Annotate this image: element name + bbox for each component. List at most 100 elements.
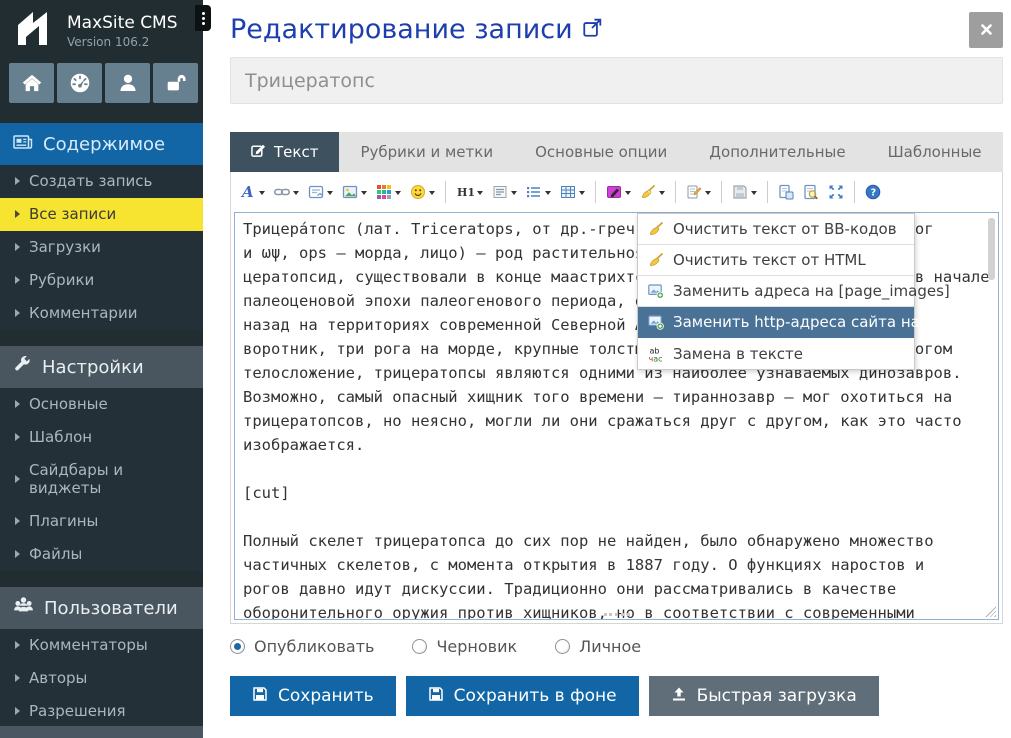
editor-toolbar: A H1: [231, 172, 1002, 212]
image-icon[interactable]: [338, 181, 371, 203]
tab-additional[interactable]: Дополнительные: [688, 132, 866, 172]
upload-icon: [671, 686, 687, 707]
unlock-icon[interactable]: [153, 63, 198, 103]
dashboard-icon[interactable]: [57, 63, 102, 103]
toolbar-separator: [445, 181, 446, 203]
snippets-icon[interactable]: [682, 181, 715, 203]
textarea-resize-dots[interactable]: [604, 613, 630, 616]
heading-icon[interactable]: H1: [452, 181, 487, 203]
arrow-right-icon: [15, 309, 20, 317]
cleanup-icon[interactable]: [636, 181, 669, 203]
sidebar-item-create-post[interactable]: Создать запись: [0, 165, 203, 198]
tab-text[interactable]: Текст: [230, 132, 339, 172]
svg-text:H1: H1: [457, 186, 474, 199]
sidebar-section-content[interactable]: Содержимое: [0, 123, 203, 165]
arrow-right-icon: [15, 243, 20, 251]
arrow-right-icon: [15, 674, 20, 682]
editor-panel: A H1: [230, 172, 1003, 624]
sidebar-item-template[interactable]: Шаблон: [0, 421, 203, 454]
colors-icon[interactable]: [372, 181, 405, 203]
arrow-right-icon: [15, 641, 20, 649]
toolbar-separator: [721, 181, 722, 203]
smiley-icon[interactable]: [406, 181, 439, 203]
edit-pencil-icon: [251, 143, 266, 162]
sidebar-item-files[interactable]: Файлы: [0, 538, 203, 571]
quick-upload-button[interactable]: Быстрая загрузка: [649, 676, 879, 716]
user-icon[interactable]: [105, 63, 150, 103]
arrow-right-icon: [15, 400, 20, 408]
tab-template[interactable]: Шаблонные: [867, 132, 1003, 172]
sidebar-item-plugins[interactable]: Плагины: [0, 505, 203, 538]
preview-icon[interactable]: [799, 181, 823, 203]
menu-item-replace-in-text[interactable]: abчас Замена в тексте: [638, 338, 914, 369]
radio-dot: [412, 639, 427, 654]
copy-icon[interactable]: [774, 181, 798, 203]
toolbar-separator: [675, 181, 676, 203]
sidebar-section-users[interactable]: Пользователи: [0, 587, 203, 629]
sidebar-item-uploads[interactable]: Загрузки: [0, 231, 203, 264]
save-background-button[interactable]: Сохранить в фоне: [406, 676, 639, 716]
bbcode-icon[interactable]: [304, 181, 337, 203]
align-icon[interactable]: [488, 181, 521, 203]
font-style-icon[interactable]: A: [236, 181, 269, 203]
arrow-right-icon: [15, 433, 20, 441]
tab-main-options[interactable]: Основные опции: [514, 132, 688, 172]
close-button[interactable]: [969, 12, 1003, 48]
menu-item-replace-http-https[interactable]: Заменить http-адреса сайта на https: [638, 307, 914, 338]
arrow-right-icon: [15, 210, 20, 218]
brand: MaxSite CMS Version 106.2: [0, 0, 203, 55]
radio-private[interactable]: Личное: [555, 637, 641, 656]
section-title: Содержимое: [43, 134, 165, 155]
arrow-right-icon: [15, 475, 20, 483]
list-icon[interactable]: [522, 181, 555, 203]
broom-icon: [648, 221, 664, 237]
arrow-right-icon: [15, 707, 20, 715]
post-title-input[interactable]: [230, 57, 1003, 104]
quick-icon-bar: [0, 55, 203, 103]
fullscreen-icon[interactable]: [824, 181, 848, 203]
page-header: Редактирование записи: [230, 14, 1003, 45]
svg-text:?: ?: [871, 188, 877, 199]
textarea-scrollbar[interactable]: [988, 218, 995, 280]
publish-status-row: Опубликовать Черновик Личное: [230, 637, 1003, 656]
page-title: Редактирование записи: [230, 14, 573, 45]
radio-dot: [230, 639, 245, 654]
sidebar-item-general[interactable]: Основные: [0, 388, 203, 421]
tab-categories-tags[interactable]: Рубрики и метки: [339, 132, 514, 172]
toolbar-separator: [767, 181, 768, 203]
menu-item-clean-bbcodes[interactable]: Очистить текст от BB-кодов: [638, 214, 914, 245]
sidebar-section-settings[interactable]: Настройки: [0, 346, 203, 388]
link-icon[interactable]: [270, 181, 303, 203]
sidebar-item-categories[interactable]: Рубрики: [0, 264, 203, 297]
brand-version: Version 106.2: [67, 35, 178, 49]
sidebar-item-all-posts[interactable]: Все записи: [0, 198, 203, 231]
home-icon[interactable]: [9, 63, 54, 103]
sidebar: MaxSite CMS Version 106.2 Содержимое: [0, 0, 203, 738]
replace-text-icon: abчас: [648, 346, 664, 362]
menu-item-replace-page-images[interactable]: Заменить адреса на [page_images]: [638, 276, 914, 307]
content-items: Создать запись Все записи Загрузки Рубри…: [0, 165, 203, 330]
external-link-icon[interactable]: [583, 18, 602, 41]
radio-publish[interactable]: Опубликовать: [230, 637, 374, 656]
menu-item-clean-html[interactable]: Очистить текст от HTML: [638, 245, 914, 276]
sidebar-item-sidebars-widgets[interactable]: Сайдбары и виджеты: [0, 454, 203, 505]
save-icon: [428, 686, 444, 707]
table-icon[interactable]: [556, 181, 589, 203]
marker-icon[interactable]: [602, 181, 635, 203]
toolbar-separator: [595, 181, 596, 203]
sidebar-collapse-toggle[interactable]: [195, 5, 211, 31]
sidebar-item-authors[interactable]: Авторы: [0, 662, 203, 695]
close-icon: [981, 23, 992, 38]
settings-items: Основные Шаблон Сайдбары и виджеты Плаги…: [0, 388, 203, 571]
help-icon[interactable]: ?: [861, 181, 885, 203]
sidebar-item-comments[interactable]: Комментарии: [0, 297, 203, 330]
save-draft-icon[interactable]: [728, 181, 761, 203]
sidebar-item-permissions[interactable]: Разрешения: [0, 695, 203, 728]
save-button[interactable]: Сохранить: [230, 676, 396, 716]
sidebar-next-section-edge: [0, 726, 203, 738]
page: MaxSite CMS Version 106.2 Содержимое: [0, 0, 1011, 738]
radio-draft[interactable]: Черновик: [412, 637, 517, 656]
action-buttons: Сохранить Сохранить в фоне Быстрая загру…: [230, 676, 1003, 716]
sidebar-item-commenters[interactable]: Комментаторы: [0, 629, 203, 662]
save-icon: [252, 686, 268, 707]
